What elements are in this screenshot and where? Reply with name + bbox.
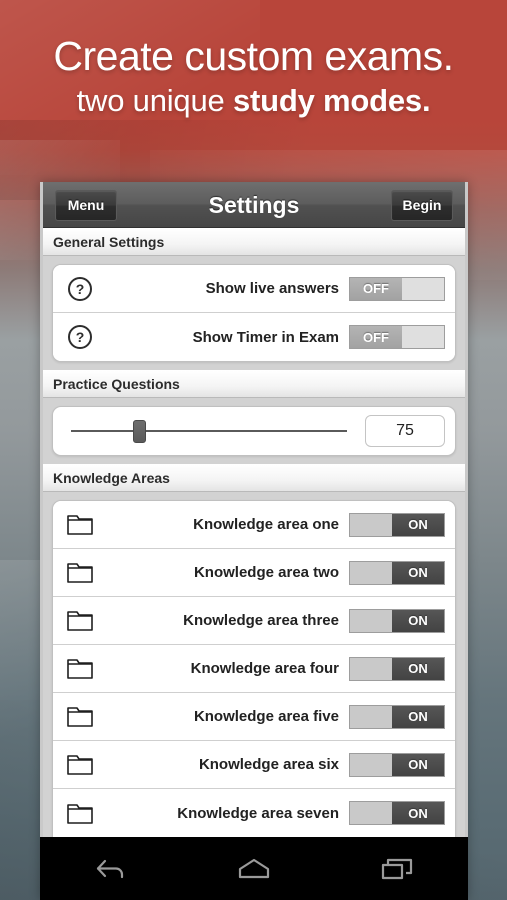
knowledge-area-control[interactable]: ON — [349, 752, 455, 777]
setting-row-show-live-answers[interactable]: ? Show live answers OFF — [53, 265, 455, 313]
toggle-knob: ON — [392, 609, 444, 632]
back-arrow-icon[interactable] — [66, 846, 156, 892]
toggle-knob: ON — [392, 513, 444, 536]
practice-questions-card: 75 — [52, 406, 456, 456]
section-header-practice-questions: Practice Questions — [43, 370, 465, 398]
toggle-show-live-answers[interactable]: OFF — [349, 276, 445, 301]
begin-button[interactable]: Begin — [391, 190, 453, 221]
toggle-knowledge-area[interactable]: ON — [349, 704, 445, 729]
toggle-knowledge-area[interactable]: ON — [349, 752, 445, 777]
folder-icon — [53, 657, 107, 680]
android-navigation-bar — [40, 837, 468, 900]
folder-icon — [53, 561, 107, 584]
setting-label: Show live answers — [205, 280, 339, 297]
knowledge-area-control[interactable]: ON — [349, 560, 455, 585]
toggle-knob: OFF — [350, 277, 402, 300]
setting-row-show-timer-in-exam[interactable]: ? Show Timer in Exam OFF — [53, 313, 455, 361]
knowledge-area-label: Knowledge area one — [193, 516, 339, 533]
promo-headline-sub-light: two unique — [76, 82, 233, 118]
setting-control[interactable]: OFF — [349, 325, 455, 349]
knowledge-area-label: Knowledge area three — [183, 612, 339, 629]
toggle-knowledge-area[interactable]: ON — [349, 608, 445, 633]
toggle-knowledge-area[interactable]: ON — [349, 560, 445, 585]
promo-headline-sub: two unique study modes. — [0, 82, 507, 118]
knowledge-area-row[interactable]: Knowledge area three ON — [53, 597, 455, 645]
toggle-knowledge-area[interactable]: ON — [349, 512, 445, 537]
slider-thumb[interactable] — [133, 420, 147, 443]
knowledge-area-row[interactable]: Knowledge area seven ON — [53, 789, 455, 837]
setting-control[interactable]: OFF — [349, 276, 455, 301]
help-circle: ? — [68, 325, 92, 349]
app-title-bar: Menu Settings Begin — [43, 182, 465, 228]
section-header-knowledge-areas: Knowledge Areas — [43, 464, 465, 492]
recent-apps-icon[interactable] — [352, 846, 442, 892]
toggle-knob: ON — [392, 753, 444, 776]
knowledge-area-label: Knowledge area seven — [177, 804, 339, 822]
knowledge-area-label: Knowledge area five — [193, 708, 339, 725]
knowledge-area-row[interactable]: Knowledge area four ON — [53, 645, 455, 693]
knowledge-area-control[interactable]: ON — [349, 608, 455, 633]
toggle-knowledge-area[interactable]: ON — [349, 656, 445, 681]
practice-questions-slider-row[interactable]: 75 — [53, 407, 455, 455]
knowledge-area-control[interactable]: ON — [349, 512, 455, 537]
app-screen: Menu Settings Begin General Settings ? S… — [40, 182, 468, 837]
toggle-knob: ON — [392, 657, 444, 680]
knowledge-area-control[interactable]: ON — [349, 801, 455, 825]
knowledge-area-row[interactable]: Knowledge area two ON — [53, 549, 455, 597]
folder-icon — [53, 609, 107, 632]
folder-icon — [53, 513, 107, 536]
help-circle: ? — [68, 276, 92, 301]
knowledge-area-row[interactable]: Knowledge area one ON — [53, 501, 455, 549]
knowledge-area-row[interactable]: Knowledge area six ON — [53, 741, 455, 789]
practice-questions-slider[interactable] — [63, 416, 355, 446]
knowledge-area-row[interactable]: Knowledge area five ON — [53, 693, 455, 741]
knowledge-area-control[interactable]: ON — [349, 704, 455, 729]
toggle-show-timer-in-exam[interactable]: OFF — [349, 325, 445, 349]
slider-track — [71, 430, 347, 432]
question-mark-icon[interactable]: ? — [53, 276, 107, 301]
knowledge-area-label: Knowledge area six — [198, 756, 339, 773]
home-icon[interactable] — [209, 846, 299, 892]
general-settings-card: ? Show live answers OFF ? Show Timer in … — [52, 264, 456, 362]
promo-headline: Create custom exams. two unique study mo… — [0, 33, 507, 118]
section-header-general-settings: General Settings — [43, 228, 465, 256]
knowledge-area-label: Knowledge area four — [190, 660, 339, 677]
question-mark-icon[interactable]: ? — [53, 325, 107, 349]
knowledge-areas-card: Knowledge area one ON Knowledge area two ON… — [52, 500, 456, 837]
knowledge-area-control[interactable]: ON — [349, 656, 455, 681]
device-screenshot: Menu Settings Begin General Settings ? S… — [40, 182, 468, 900]
toggle-knob: ON — [392, 802, 444, 824]
practice-questions-value[interactable]: 75 — [365, 415, 445, 447]
promo-headline-main: Create custom exams. — [53, 33, 454, 79]
setting-label: Show Timer in Exam — [192, 328, 339, 346]
toggle-knob: ON — [392, 705, 444, 728]
knowledge-area-label: Knowledge area two — [193, 564, 339, 581]
folder-icon — [53, 705, 107, 728]
promo-headline-sub-bold: study modes. — [232, 82, 431, 118]
folder-icon — [53, 802, 107, 825]
folder-icon — [53, 753, 107, 776]
toggle-knowledge-area[interactable]: ON — [349, 801, 445, 825]
toggle-knob: OFF — [350, 326, 402, 348]
toggle-knob: ON — [392, 561, 444, 584]
